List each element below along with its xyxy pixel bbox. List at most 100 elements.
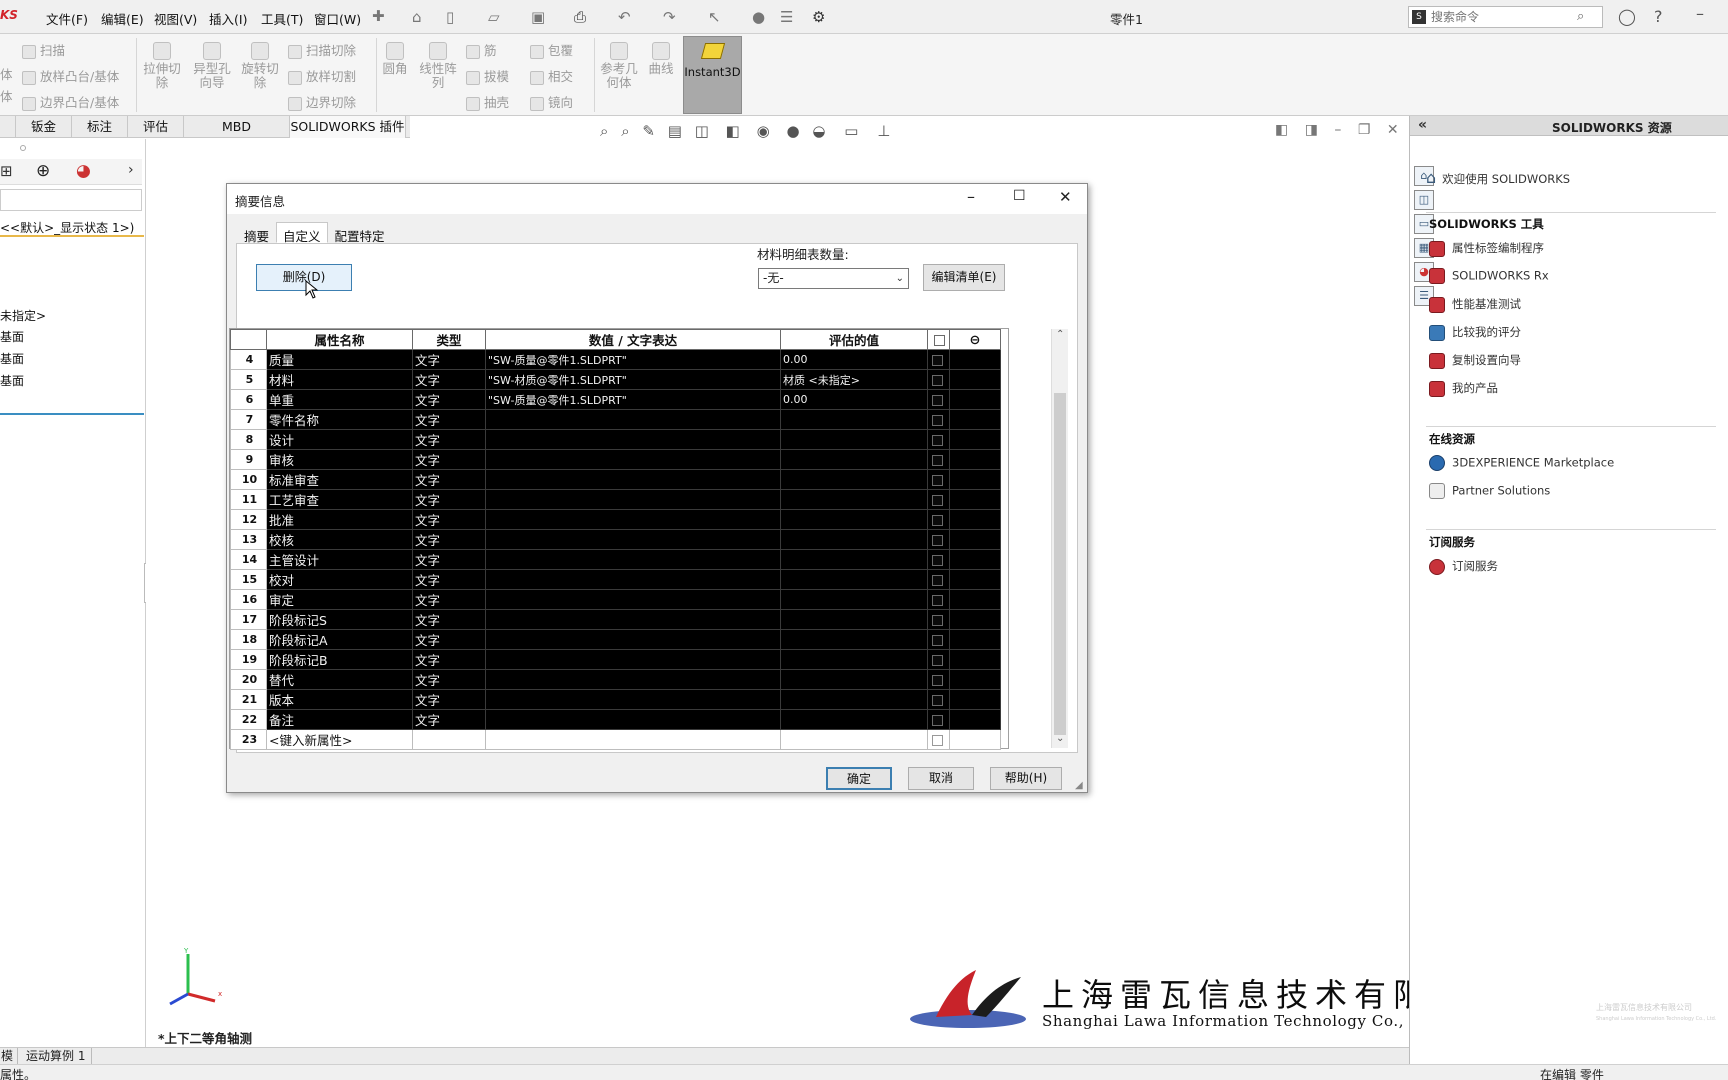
- tool-my-products[interactable]: 我的产品: [1429, 380, 1498, 397]
- reference-geometry-button[interactable]: 参考几何体: [598, 42, 640, 90]
- row-number-cell[interactable]: 8: [230, 429, 267, 450]
- evaluated-value-cell[interactable]: [780, 709, 928, 730]
- mirror-button[interactable]: 镜向: [530, 92, 573, 111]
- value-expression-cell[interactable]: [485, 709, 781, 730]
- row-checkbox[interactable]: [932, 695, 943, 706]
- value-expression-cell[interactable]: [485, 689, 781, 710]
- menu-view[interactable]: 视图(V): [154, 9, 197, 28]
- view-settings-icon[interactable]: ▭: [844, 122, 858, 140]
- revolved-cut-button[interactable]: 旋转切除: [240, 42, 280, 90]
- tab-configuration-specific[interactable]: 配置特定: [328, 222, 392, 244]
- table-row[interactable]: 16 审定 文字: [230, 589, 1001, 610]
- value-expression-cell[interactable]: [485, 589, 781, 610]
- scrollbar-thumb[interactable]: [1054, 393, 1066, 735]
- row-checkbox-cell[interactable]: [927, 649, 950, 670]
- row-checkbox-cell[interactable]: [927, 729, 950, 750]
- row-checkbox-cell[interactable]: [927, 549, 950, 570]
- row-checkbox[interactable]: [932, 475, 943, 486]
- row-checkbox[interactable]: [932, 555, 943, 566]
- welcome-link[interactable]: ⌂ 欢迎使用 SOLIDWORKS: [1426, 168, 1570, 187]
- tab-model[interactable]: 模型: [0, 1048, 18, 1064]
- tool-performance-benchmark[interactable]: 性能基准测试: [1429, 296, 1521, 313]
- triad-view-icon[interactable]: ⊥: [877, 122, 890, 140]
- value-expression-cell[interactable]: [485, 569, 781, 590]
- rebuild-icon[interactable]: ●: [752, 8, 765, 26]
- value-expression-cell[interactable]: "SW-质量@零件1.SLDPRT": [485, 389, 781, 410]
- new-property-input[interactable]: <键入新属性>: [266, 729, 413, 750]
- row-checkbox-cell[interactable]: [927, 449, 950, 470]
- redo-icon[interactable]: ↷: [663, 8, 676, 26]
- table-row[interactable]: 11 工艺审查 文字: [230, 489, 1001, 510]
- link-subscription-services[interactable]: 订阅服务: [1429, 558, 1498, 575]
- row-checkbox-cell[interactable]: [927, 369, 950, 390]
- row-checkbox-cell[interactable]: [927, 609, 950, 630]
- type-cell[interactable]: 文字: [412, 709, 486, 730]
- type-cell[interactable]: 文字: [412, 409, 486, 430]
- table-row[interactable]: 14 主管设计 文字: [230, 549, 1001, 570]
- design-library-icon[interactable]: ◫: [1414, 190, 1434, 210]
- type-cell[interactable]: 文字: [412, 489, 486, 510]
- link-3dexperience-marketplace[interactable]: 3DEXPERIENCE Marketplace: [1429, 455, 1614, 471]
- table-row[interactable]: 9 审核 文字: [230, 449, 1001, 470]
- type-cell[interactable]: 文字: [412, 369, 486, 390]
- zoom-to-fit-icon[interactable]: ⌕: [600, 122, 608, 140]
- row-checkbox[interactable]: [932, 415, 943, 426]
- type-cell[interactable]: 文字: [412, 529, 486, 550]
- fillet-button[interactable]: 圆角: [380, 42, 410, 76]
- row-number-cell[interactable]: 10: [230, 469, 267, 490]
- row-checkbox[interactable]: [932, 495, 943, 506]
- value-expression-cell[interactable]: [485, 489, 781, 510]
- user-account-icon[interactable]: ◯: [1618, 7, 1636, 26]
- value-expression-cell[interactable]: [485, 609, 781, 630]
- column-header-select-all[interactable]: [927, 329, 950, 350]
- evaluated-value-cell[interactable]: [780, 629, 928, 650]
- tab-summary[interactable]: 摘要: [237, 222, 276, 244]
- row-checkbox[interactable]: [932, 535, 943, 546]
- property-name-cell[interactable]: 材料: [266, 369, 413, 390]
- evaluated-value-cell[interactable]: [780, 429, 928, 450]
- table-row[interactable]: 10 标准审查 文字: [230, 469, 1001, 490]
- property-name-cell[interactable]: 设计: [266, 429, 413, 450]
- table-row[interactable]: 21 版本 文字: [230, 689, 1001, 710]
- evaluated-value-cell[interactable]: [780, 649, 928, 670]
- tool-solidworks-rx[interactable]: SOLIDWORKS Rx: [1429, 268, 1549, 284]
- evaluated-value-cell[interactable]: [780, 489, 928, 510]
- evaluated-value-cell[interactable]: [780, 569, 928, 590]
- row-number-cell[interactable]: 22: [230, 709, 267, 730]
- row-checkbox-cell[interactable]: [927, 529, 950, 550]
- evaluated-value-cell[interactable]: [780, 549, 928, 570]
- link-partner-solutions[interactable]: Partner Solutions: [1429, 483, 1550, 499]
- row-number-cell[interactable]: 17: [230, 609, 267, 630]
- row-checkbox-cell[interactable]: [927, 429, 950, 450]
- help-icon[interactable]: ?: [1654, 7, 1663, 26]
- value-expression-cell[interactable]: [485, 649, 781, 670]
- row-number-cell[interactable]: 9: [230, 449, 267, 470]
- row-checkbox[interactable]: [932, 355, 943, 366]
- row-number-cell[interactable]: 21: [230, 689, 267, 710]
- tab-custom[interactable]: 自定义: [276, 222, 328, 244]
- search-input[interactable]: [1431, 9, 1571, 25]
- home-icon[interactable]: ⌂: [412, 8, 422, 26]
- tab-motion-study-1[interactable]: 运动算例 1: [20, 1048, 93, 1064]
- row-number-cell[interactable]: 6: [230, 389, 267, 410]
- hide-show-items-icon[interactable]: ◉: [757, 122, 770, 140]
- tab-evaluate[interactable]: 评估: [128, 116, 184, 138]
- instant3d-button[interactable]: Instant3D: [683, 36, 742, 114]
- property-name-cell[interactable]: 单重: [266, 389, 413, 410]
- table-row[interactable]: 5 材料 文字 "SW-材质@零件1.SLDPRT" 材质 <未指定>: [230, 369, 1001, 390]
- chevron-right-icon[interactable]: ›: [128, 162, 134, 178]
- evaluated-value-cell[interactable]: [780, 729, 928, 750]
- new-document-icon[interactable]: ▯: [446, 8, 454, 26]
- row-checkbox-cell[interactable]: [927, 629, 950, 650]
- print-icon[interactable]: ⎙: [574, 8, 586, 26]
- row-checkbox-cell[interactable]: [927, 349, 950, 370]
- type-cell[interactable]: 文字: [412, 349, 486, 370]
- row-checkbox[interactable]: [932, 635, 943, 646]
- row-number-cell[interactable]: 14: [230, 549, 267, 570]
- column-header-value-expression[interactable]: 数值 / 文字表达: [485, 329, 781, 350]
- extruded-cut-button[interactable]: 拉伸切除: [142, 42, 182, 90]
- tool-property-tab-builder[interactable]: 属性标签编制程序: [1429, 240, 1544, 257]
- bom-quantity-select[interactable]: -无- ⌄: [758, 268, 909, 289]
- row-checkbox-cell[interactable]: [927, 709, 950, 730]
- value-expression-cell[interactable]: [485, 549, 781, 570]
